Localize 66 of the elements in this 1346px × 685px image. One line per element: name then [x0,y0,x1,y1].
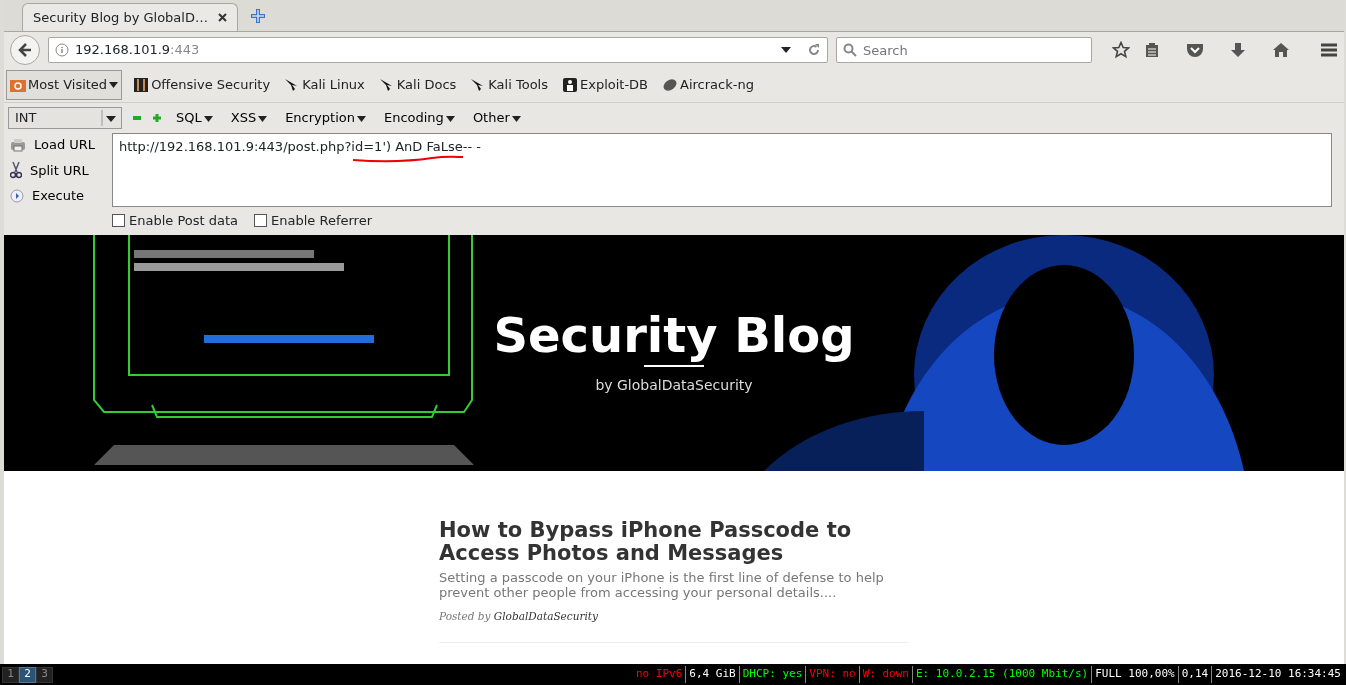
toolbar-menu[interactable]: Encoding [379,108,459,128]
back-button[interactable] [10,35,40,65]
workspace-button[interactable]: 1 [2,666,19,683]
caret-icon [356,115,366,122]
toolbar-menu[interactable]: Encryption [281,108,370,128]
caret-icon [203,115,213,122]
toolbar-menu[interactable]: SQL [172,108,217,128]
workspace-button[interactable]: 3 [36,666,53,683]
folder-icon [10,78,26,92]
reading-list-icon[interactable] [1144,42,1160,58]
post-excerpt: Setting a passcode on your iPhone is the first line of defense to help prevent other people from accessing your personal details.... [439,570,885,601]
toolbar-menu[interactable]: Other [468,108,525,128]
bookmarks-menu-button[interactable]: Most Visited [6,70,123,100]
bookmark-link[interactable]: Exploit-DB [559,73,652,97]
toolbar-menu[interactable]: XSS [226,108,272,128]
person-icon [562,77,578,93]
download-icon[interactable] [1230,42,1246,58]
browser-tab[interactable]: Security Blog by GlobalD… [22,3,238,31]
play-icon [10,188,24,203]
status-item: no IPv6 [632,666,687,683]
bookmark-link[interactable]: Offensive Security [130,73,274,97]
status-item: VPN: no [806,666,860,683]
caret-icon [445,115,455,122]
reload-icon[interactable] [807,43,821,57]
status-item: 6,4 GiB [686,666,740,683]
scissors-icon [10,161,22,180]
status-item: FULL 100,00% [1092,666,1179,683]
close-icon[interactable] [218,13,227,22]
star-icon[interactable] [1112,41,1130,59]
status-item: E: 10.0.2.15 (1000 Mbit/s) [913,666,1093,683]
printer-icon [10,137,26,152]
back-arrow-icon [17,42,33,58]
home-icon[interactable] [1272,42,1290,58]
address-bar[interactable]: 192.168.101.9:443 [48,37,828,63]
bookmark-link[interactable]: Kali Tools [467,73,551,97]
status-item: 2016-12-10 16:34:45 [1214,666,1342,683]
hero-subtitle: by GlobalDataSecurity [595,376,753,396]
checkbox-label: Enable Referrer [271,212,372,230]
menu-icon[interactable] [1320,42,1338,58]
checkbox[interactable] [112,214,125,228]
bookmark-link[interactable]: Aircrack-ng [659,73,757,97]
type-select[interactable]: INT [8,107,122,129]
caret-icon [511,115,521,122]
info-icon[interactable] [55,43,69,57]
caret-icon [258,115,268,122]
bookmark-link[interactable]: Kali Linux [281,73,368,97]
status-item: DHCP: yes [739,666,807,683]
action-button[interactable]: Split URL [8,160,104,180]
hero-title: Security Blog [493,308,855,362]
search-field[interactable]: Search [836,37,1092,63]
post-meta: Posted by GlobalDataSecurity [439,608,599,624]
status-item: 0,14 [1178,666,1213,683]
new-tab-icon[interactable] [250,8,266,24]
workspace-button[interactable]: 2 [19,666,36,683]
dropdown-arrow-icon[interactable] [781,47,791,53]
url-field[interactable]: http://192.168.101.9:443/post.php?id=1') AnD FaLse-- - [112,133,1332,207]
bookmark-icon [133,77,150,93]
checkbox[interactable] [254,214,268,228]
pocket-icon[interactable] [1186,42,1204,58]
status-item: W: down [859,666,913,683]
checkbox-label: Enable Post data [129,212,239,230]
action-button[interactable]: Load URL [8,135,104,155]
action-button[interactable]: Execute [8,186,104,206]
post-title[interactable]: How to Bypass iPhone Passcode to Access Photos and Messages [439,518,909,565]
caret-icon [109,82,119,88]
bookmark-link[interactable]: Kali Docs [375,73,460,97]
